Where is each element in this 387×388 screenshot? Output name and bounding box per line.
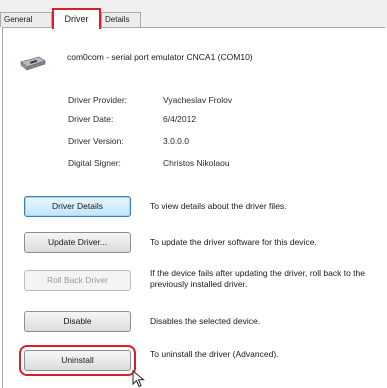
driver-details-description: To view details about the driver files. [150, 201, 287, 211]
driver-details-button[interactable]: Driver Details [24, 196, 131, 217]
tab-driver[interactable]: Driver [52, 8, 101, 29]
tab-details[interactable]: Details [101, 12, 141, 27]
mouse-pointer-icon [132, 370, 145, 388]
serial-port-device-icon [20, 56, 46, 71]
driver-date-value: 6/4/2012 [163, 114, 197, 124]
uninstall-description: To uninstall the driver (Advanced). [150, 349, 279, 359]
driver-provider-label: Driver Provider: [68, 95, 128, 105]
driver-date-label: Driver Date: [68, 114, 114, 124]
disable-description: Disables the selected device. [150, 316, 261, 326]
driver-version-label: Driver Version: [68, 136, 124, 146]
disable-button[interactable]: Disable [24, 311, 131, 332]
tab-general[interactable]: General [0, 12, 52, 27]
update-driver-button[interactable]: Update Driver... [24, 232, 131, 253]
digital-signer-value: Christos Nikolaou [163, 158, 230, 168]
driver-provider-value: Vyacheslav Frolov [163, 95, 233, 105]
uninstall-button[interactable]: Uninstall [19, 345, 136, 376]
driver-version-value: 3.0.0.0 [163, 136, 189, 146]
update-driver-description: To update the driver software for this d… [150, 237, 317, 247]
tab-strip: General Driver Details [0, 0, 387, 29]
device-name: com0com - serial port emulator CNCA1 (CO… [67, 52, 253, 62]
roll-back-driver-description: If the device fails after updating the d… [150, 268, 365, 289]
roll-back-driver-button[interactable]: Roll Back Driver [24, 270, 131, 291]
digital-signer-label: Digital Signer: [68, 158, 121, 168]
